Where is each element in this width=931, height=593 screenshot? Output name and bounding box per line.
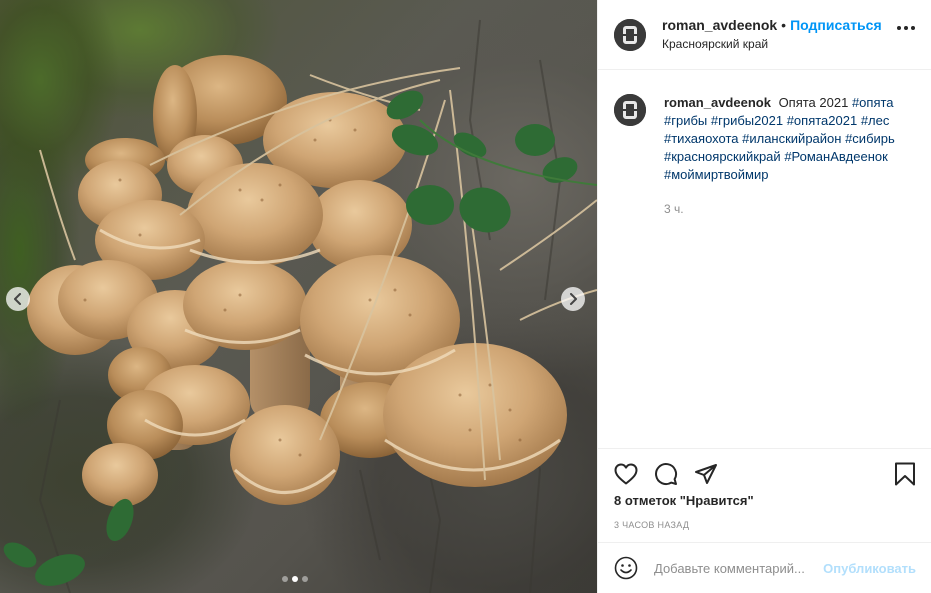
follow-button[interactable]: Подписаться xyxy=(790,17,882,33)
likes-count[interactable]: 8 отметок "Нравится" xyxy=(614,493,916,508)
mushroom-photo-illustration xyxy=(3,19,597,593)
post-date[interactable]: 3 ЧАСОВ НАЗАД xyxy=(614,520,916,530)
caption-timestamp[interactable]: 3 ч. xyxy=(664,200,904,218)
carousel-dot-active xyxy=(292,576,298,582)
chevron-right-icon xyxy=(570,293,577,305)
more-options-icon[interactable] xyxy=(897,26,915,30)
carousel-dot xyxy=(282,576,288,582)
comment-icon[interactable] xyxy=(654,462,678,486)
previous-slide-button[interactable] xyxy=(6,287,30,311)
hashtag-link[interactable]: #грибы xyxy=(664,113,707,128)
avatar-image-icon xyxy=(614,94,646,126)
hashtag-link[interactable]: #опята2021 xyxy=(787,113,858,128)
post-location[interactable]: Красноярский край xyxy=(662,37,882,51)
carousel-indicator xyxy=(282,576,308,582)
hashtag-link[interactable]: #моймиртвоймир xyxy=(664,167,768,182)
hashtag-link[interactable]: #грибы2021 xyxy=(711,113,783,128)
post-actions: 8 отметок "Нравится" 3 ЧАСОВ НАЗАД xyxy=(598,448,931,530)
caption-text: Опята 2021 xyxy=(778,95,849,110)
next-slide-button[interactable] xyxy=(561,287,585,311)
hashtag-link[interactable]: #сибирь xyxy=(845,131,895,146)
heart-icon[interactable] xyxy=(614,463,638,485)
hashtag-link[interactable]: #РоманАвдеенок xyxy=(784,149,887,164)
caption-avatar[interactable] xyxy=(614,94,646,126)
avatar-image-icon xyxy=(614,18,646,51)
chevron-left-icon xyxy=(14,293,21,305)
caption-area: roman_avdeenok Опята 2021 #опята #грибы … xyxy=(598,70,931,448)
publish-button[interactable]: Опубликовать xyxy=(823,561,916,576)
post-author-username[interactable]: roman_avdeenok xyxy=(662,17,777,33)
emoji-icon[interactable] xyxy=(614,556,638,580)
post-side-panel: roman_avdeenok • Подписаться Красноярски… xyxy=(597,0,931,593)
avatar[interactable] xyxy=(614,18,646,51)
post-photo[interactable] xyxy=(0,0,597,593)
hashtag-link[interactable]: #красноярскийкрай xyxy=(664,149,781,164)
carousel-dot xyxy=(302,576,308,582)
comment-input[interactable] xyxy=(654,560,820,576)
post-header: roman_avdeenok • Подписаться Красноярски… xyxy=(598,0,931,70)
hashtag-link[interactable]: #иланскийрайон xyxy=(742,131,841,146)
caption-username[interactable]: roman_avdeenok xyxy=(664,95,771,110)
comment-form: Опубликовать xyxy=(598,542,931,593)
caption-text-block: roman_avdeenok Опята 2021 #опята #грибы … xyxy=(664,94,904,184)
hashtag-link[interactable]: #опята xyxy=(852,95,894,110)
hashtag-link[interactable]: #лес xyxy=(861,113,890,128)
header-separator: • xyxy=(781,16,787,33)
hashtag-link[interactable]: #тихаяохота xyxy=(664,131,739,146)
bookmark-icon[interactable] xyxy=(894,462,916,486)
share-icon[interactable] xyxy=(694,462,718,486)
